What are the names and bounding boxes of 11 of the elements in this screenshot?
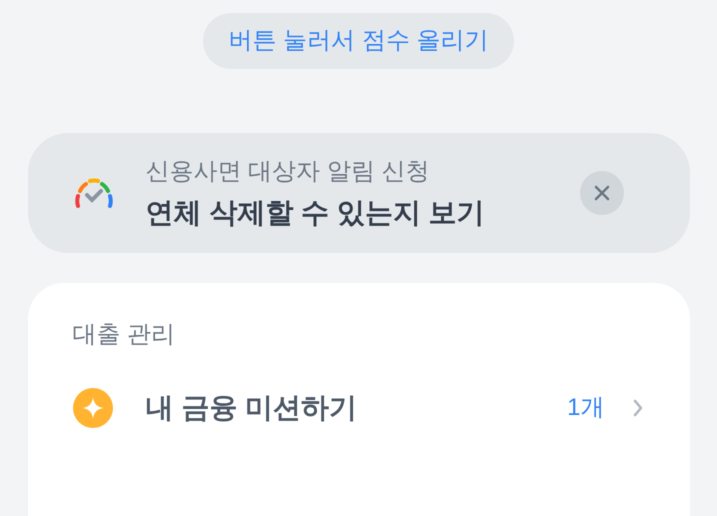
sparkle-icon [72,388,112,428]
chevron-right-icon [632,399,642,418]
section-heading: 대출 관리 [72,320,176,350]
item-count: 1개 [567,393,604,424]
list-item[interactable]: 내 금융 미션하기 1개 [72,387,644,430]
item-label: 내 금융 미션하기 [146,391,358,426]
close-icon [594,185,610,202]
notice-subtitle: 신용사면 대상자 알림 신청 [146,156,431,187]
gauge-check-icon [74,176,114,210]
notice-title: 연체 삭제할 수 있는지 보기 [146,196,486,230]
close-button[interactable] [580,171,624,216]
